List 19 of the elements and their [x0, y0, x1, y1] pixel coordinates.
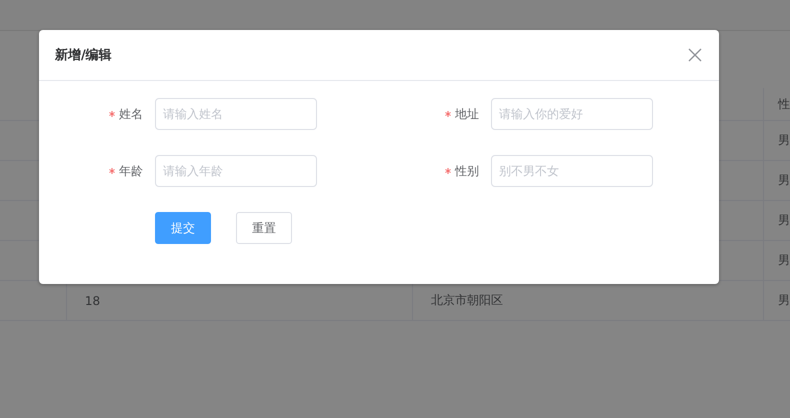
dialog-title: 新增/编辑 [55, 46, 112, 64]
table-cell: 男 [778, 252, 790, 269]
table-cell: 北京市朝阳区 [430, 292, 503, 309]
field-label: 年龄 [119, 162, 143, 180]
table-cell: 18 [84, 294, 100, 308]
input-field[interactable]: 请输入年龄 [155, 155, 317, 187]
input-field[interactable]: 请输入你的爱好 [491, 98, 653, 130]
close-icon[interactable] [688, 48, 702, 62]
table-cell: 男 [778, 292, 790, 309]
table-cell: 男 [778, 172, 790, 189]
field-label: 姓名 [119, 106, 143, 122]
field-label: 地址 [455, 106, 479, 122]
input-field[interactable]: 别不男不女 [491, 155, 653, 187]
input-field[interactable]: 请输入姓名 [155, 98, 317, 130]
table-cell: 男 [778, 132, 790, 149]
reset-button[interactable]: 重置 [236, 212, 292, 244]
column-header: 性 [778, 96, 790, 112]
field-label: 性别 [455, 162, 479, 180]
table-cell: 男 [778, 212, 790, 229]
